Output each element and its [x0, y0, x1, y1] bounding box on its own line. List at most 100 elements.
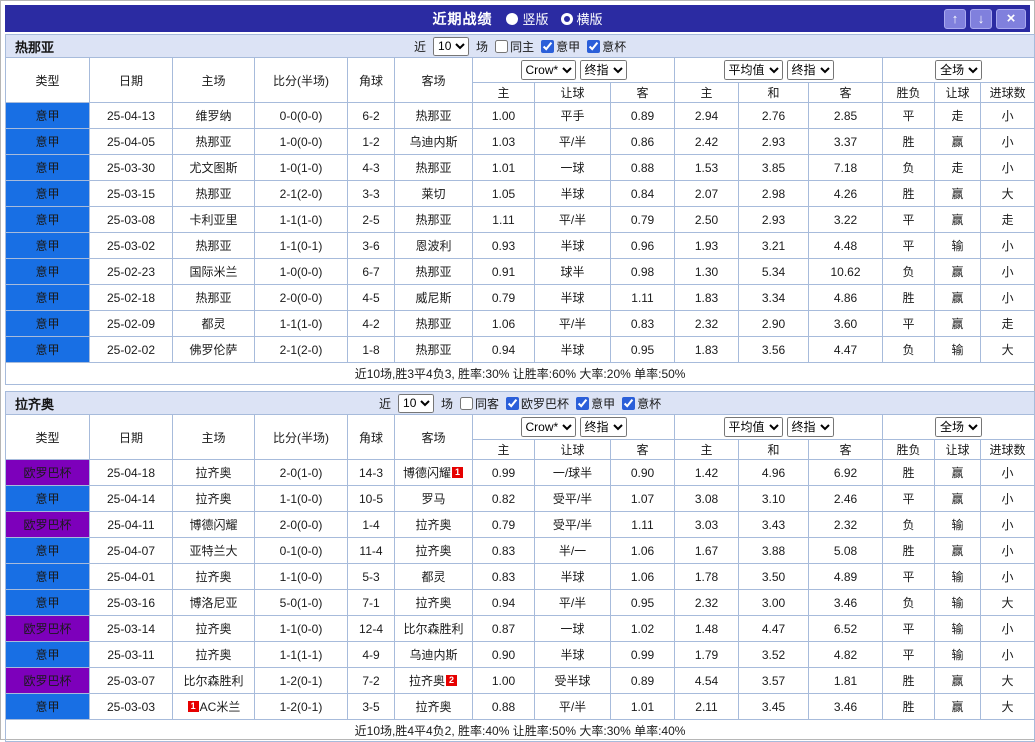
avg-draw-odds-cell: 3.56 [738, 336, 809, 363]
layout-radio-option[interactable]: 竖版 [506, 9, 549, 28]
handicap-result-cell: 输 [934, 563, 981, 590]
filter-checkbox[interactable] [495, 39, 509, 53]
handicap-result-cell: 赢 [934, 180, 981, 207]
scope-select[interactable]: 全场 [935, 60, 983, 80]
match-row: 意甲 25-03-16 博洛尼亚 5-0(1-0) 7-1 拉齐奥 0.94 平/半 0.95 2… [5, 589, 1035, 616]
sub-header-goals: 进球数 [979, 82, 1035, 103]
handicap-home-odds-cell: 0.79 [472, 284, 535, 311]
handicap-home-odds-cell: 1.00 [472, 102, 535, 129]
handicap-line-cell: 半球 [534, 336, 611, 363]
handicap-result-cell: 赢 [934, 667, 981, 694]
avg-draw-odds-cell: 4.47 [738, 615, 809, 642]
date-cell: 25-04-14 [89, 485, 173, 512]
final-odds-select-1[interactable]: 终指 [579, 417, 627, 437]
handicap-result-cell: 走 [934, 102, 981, 129]
home-team-cell: 热那亚 [172, 128, 255, 155]
handicap-result-cell: 输 [934, 641, 981, 668]
handicap-away-odds-cell: 1.02 [610, 615, 675, 642]
lazio-recent-results-table: 拉齐奥 近 10 场同客 欧罗巴杯 意甲 意杯 类型 日期 主场 比分(半场) 角球 客场… [4, 391, 1035, 742]
radio-icon[interactable] [560, 12, 573, 25]
result-group-header: 全场 [881, 57, 1035, 83]
win-draw-loss-cell: 胜 [882, 284, 935, 311]
col-header-home: 主场 [172, 414, 255, 460]
sub-header-avg-away: 客 [808, 82, 883, 103]
date-cell: 25-03-02 [89, 232, 173, 259]
avg-away-odds-cell: 3.46 [808, 589, 883, 616]
average-odds-select[interactable]: 平均值 [723, 417, 783, 437]
sub-header-handicap-result: 让球 [934, 82, 981, 103]
date-cell: 25-03-03 [89, 693, 173, 720]
filter-checkbox-option[interactable]: 意杯 [622, 395, 661, 412]
filter-checkbox[interactable] [460, 396, 474, 410]
date-cell: 25-02-09 [89, 310, 173, 337]
league-cell: 意甲 [5, 563, 90, 590]
away-team-cell: 热那亚 [394, 258, 473, 285]
avg-home-odds-cell: 1.83 [674, 284, 739, 311]
home-team-cell: 拉齐奥 [172, 615, 255, 642]
match-row: 欧罗巴杯 25-04-11 博德闪耀 2-0(0-0) 1-4 拉齐奥 0.79 受平/半 1.… [5, 511, 1035, 538]
radio-icon[interactable] [506, 12, 519, 25]
filter-checkbox[interactable] [587, 39, 601, 53]
date-cell: 25-04-18 [89, 459, 173, 486]
match-count-select[interactable]: 10 [433, 36, 470, 56]
home-team-cell: 热那亚 [172, 232, 255, 259]
handicap-line-cell: 半球 [534, 232, 611, 259]
handicap-home-odds-cell: 0.79 [472, 511, 535, 538]
avg-draw-odds-cell: 2.93 [738, 128, 809, 155]
filter-checkbox-option[interactable]: 欧罗巴杯 [506, 395, 569, 412]
corners-cell: 1-8 [347, 336, 395, 363]
final-odds-select-1[interactable]: 终指 [579, 60, 627, 80]
home-team-cell: 国际米兰 [172, 258, 255, 285]
odds-source-select[interactable]: Crow* [520, 417, 576, 437]
handicap-line-cell: 平/半 [534, 206, 611, 233]
layout-radio-option[interactable]: 横版 [560, 9, 603, 28]
filter-checkbox-option[interactable]: 意杯 [587, 38, 626, 55]
filter-checkbox-option[interactable]: 同客 [460, 395, 499, 412]
filter-checkbox-option[interactable]: 意甲 [576, 395, 615, 412]
handicap-result-cell: 赢 [934, 310, 981, 337]
handicap-line-cell: 半球 [534, 284, 611, 311]
final-odds-select-2[interactable]: 终指 [786, 417, 834, 437]
home-team-cell: 亚特兰大 [172, 537, 255, 564]
close-button[interactable]: × [996, 8, 1026, 29]
col-header-score: 比分(半场) [254, 57, 348, 103]
match-row: 意甲 25-02-09 都灵 1-1(1-0) 4-2 热那亚 1.06 平/半 0.83 2.3… [5, 310, 1035, 337]
avg-away-odds-cell: 3.22 [808, 206, 883, 233]
away-team-cell: 热那亚 [394, 154, 473, 181]
scope-select[interactable]: 全场 [935, 417, 983, 437]
avg-draw-odds-cell: 3.88 [738, 537, 809, 564]
match-count-select[interactable]: 10 [398, 393, 435, 413]
handicap-result-cell: 赢 [934, 128, 981, 155]
over-under-cell: 小 [979, 459, 1035, 486]
league-cell: 欧罗巴杯 [5, 615, 90, 642]
score-cell: 1-0(1-0) [254, 154, 348, 181]
filter-checkbox-option[interactable]: 意甲 [541, 38, 580, 55]
filter-checkbox[interactable] [576, 396, 590, 410]
league-cell: 欧罗巴杯 [5, 459, 90, 486]
league-cell: 意甲 [5, 589, 90, 616]
summary-row: 近10场,胜4平4负2, 胜率:40% 让胜率:50% 大率:30% 单率:40… [4, 719, 1035, 742]
handicap-line-cell: 一/球半 [534, 459, 611, 486]
filter-checkbox[interactable] [622, 396, 636, 410]
corners-cell: 3-3 [347, 180, 395, 207]
handicap-result-cell: 赢 [934, 459, 981, 486]
avg-away-odds-cell: 10.62 [808, 258, 883, 285]
odds-source-select[interactable]: Crow* [520, 60, 576, 80]
sub-header-avg-draw: 和 [738, 439, 809, 460]
league-cell: 意甲 [5, 284, 90, 311]
move-down-button[interactable]: ↓ [970, 8, 992, 29]
handicap-line-cell: 半球 [534, 180, 611, 207]
corners-cell: 1-4 [347, 511, 395, 538]
filter-checkbox-option[interactable]: 同主 [495, 38, 534, 55]
final-odds-select-2[interactable]: 终指 [786, 60, 834, 80]
col-header-home: 主场 [172, 57, 255, 103]
filter-checkbox[interactable] [506, 396, 520, 410]
move-up-button[interactable]: ↑ [944, 8, 966, 29]
avg-home-odds-cell: 1.67 [674, 537, 739, 564]
filter-checkbox[interactable] [541, 39, 555, 53]
handicap-home-odds-cell: 0.90 [472, 641, 535, 668]
average-odds-select[interactable]: 平均值 [723, 60, 783, 80]
team-name: 拉齐奥 [15, 396, 55, 412]
handicap-line-cell: 平/半 [534, 693, 611, 720]
match-row: 欧罗巴杯 25-03-07 比尔森胜利 1-2(0-1) 7-2 拉齐奥 2 1.00 受半球 0… [5, 667, 1035, 694]
